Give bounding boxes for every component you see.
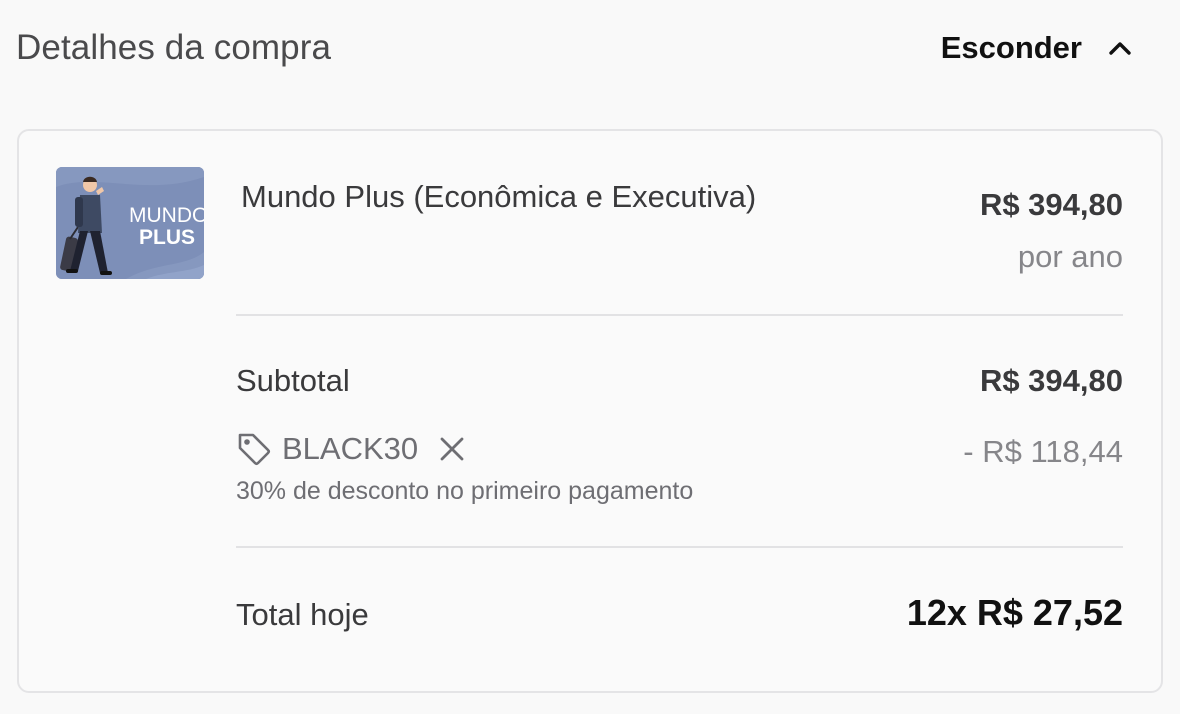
product-thumbnail: MUNDO PLUS bbox=[56, 167, 204, 279]
remove-coupon-button[interactable] bbox=[438, 435, 466, 463]
subtotal-label: Subtotal bbox=[236, 363, 350, 398]
applied-coupon: BLACK30 bbox=[236, 431, 466, 467]
total-label: Total hoje bbox=[236, 597, 369, 632]
product-name: Mundo Plus (Econômica e Executiva) bbox=[241, 179, 757, 214]
thumbnail-text-mundo: MUNDO bbox=[129, 204, 204, 227]
order-summary-card: MUNDO PLUS Mundo Plus (Econômica e Execu… bbox=[17, 129, 1163, 693]
hide-details-label: Esconder bbox=[940, 30, 1082, 65]
chevron-up-icon bbox=[1109, 42, 1131, 55]
product-billing-period: por ano bbox=[1017, 239, 1123, 274]
page-title: Detalhes da compra bbox=[16, 28, 332, 67]
coupon-description: 30% de desconto no primeiro pagamento bbox=[236, 477, 694, 505]
discount-value: - R$ 118,44 bbox=[963, 434, 1123, 469]
purchase-details-page: Detalhes da compra Esconder MUNDO PLUS M… bbox=[0, 0, 1180, 714]
coupon-code: BLACK30 bbox=[282, 431, 419, 466]
hide-details-toggle[interactable]: Esconder bbox=[941, 30, 1134, 66]
subtotal-value: R$ 394,80 bbox=[979, 363, 1123, 398]
divider bbox=[236, 546, 1123, 548]
thumbnail-text-plus: PLUS bbox=[139, 226, 196, 249]
divider bbox=[236, 314, 1123, 316]
product-price: R$ 394,80 bbox=[979, 187, 1123, 222]
close-icon bbox=[440, 437, 464, 461]
tag-icon bbox=[238, 433, 271, 466]
total-value: 12x R$ 27,52 bbox=[906, 592, 1123, 633]
